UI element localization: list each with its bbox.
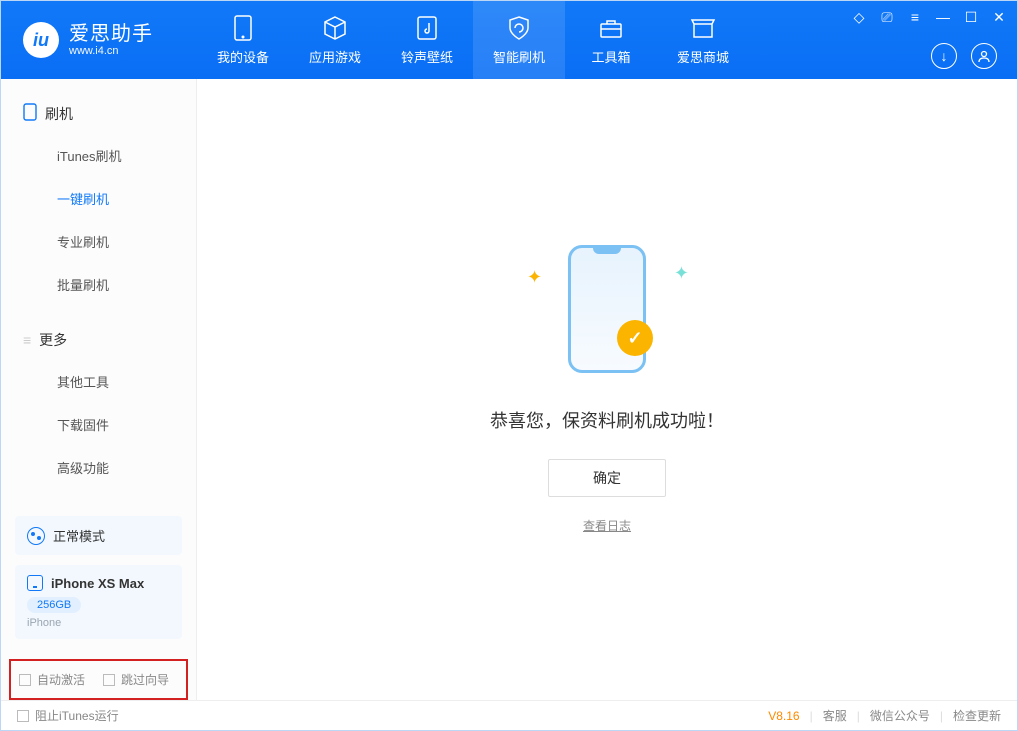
- phone-outline-icon: ✓: [568, 245, 646, 373]
- mode-text: 正常模式: [53, 526, 105, 545]
- tab-toolbox[interactable]: 工具箱: [565, 1, 657, 79]
- list-icon: ≡: [23, 332, 31, 348]
- tab-label: 铃声壁纸: [401, 47, 453, 66]
- device-name: iPhone XS Max: [51, 576, 144, 591]
- device-type: iPhone: [27, 617, 170, 629]
- sidebar-item-onekey-flash[interactable]: 一键刷机: [1, 177, 196, 220]
- header: iu 爱思助手 www.i4.cn 我的设备 应用游戏 铃声壁纸: [1, 1, 1017, 79]
- success-message: 恭喜您，保资料刷机成功啦！: [490, 407, 724, 433]
- header-actions: ↓: [931, 43, 997, 69]
- checkbox-icon: [17, 710, 29, 722]
- titlebar-controls: ◇ ⎚ ≡ — ☐ ✕: [851, 9, 1007, 26]
- footer-link-support[interactable]: 客服: [823, 707, 847, 724]
- minimize-button[interactable]: —: [935, 9, 951, 26]
- nav-tabs: 我的设备 应用游戏 铃声壁纸 智能刷机 工具箱: [197, 1, 749, 79]
- toolbox-icon: [598, 15, 624, 41]
- music-file-icon: [414, 15, 440, 41]
- checkbox-icon: [103, 674, 115, 686]
- tab-label: 我的设备: [217, 47, 269, 66]
- sparkle-icon: ✦: [527, 267, 542, 288]
- view-log-link[interactable]: 查看日志: [583, 517, 631, 534]
- footer-link-wechat[interactable]: 微信公众号: [870, 707, 930, 724]
- tab-store[interactable]: 爱思商城: [657, 1, 749, 79]
- checkbox-block-itunes[interactable]: 阻止iTunes运行: [17, 707, 119, 724]
- download-icon[interactable]: ↓: [931, 43, 957, 69]
- checkbox-label: 跳过向导: [121, 671, 169, 688]
- heading-text: 刷机: [45, 104, 73, 124]
- user-icon[interactable]: [971, 43, 997, 69]
- tab-label: 智能刷机: [493, 47, 545, 66]
- sidebar-item-download-firmware[interactable]: 下载固件: [1, 403, 196, 446]
- checkbox-skip-guide[interactable]: 跳过向导: [103, 671, 169, 688]
- mode-icon: [27, 527, 45, 545]
- sidebar-heading-more: ≡ 更多: [1, 320, 196, 360]
- tab-my-device[interactable]: 我的设备: [197, 1, 289, 79]
- tab-label: 工具箱: [591, 47, 630, 66]
- tab-ringtones-wallpapers[interactable]: 铃声壁纸: [381, 1, 473, 79]
- brand: iu 爱思助手 www.i4.cn: [1, 1, 197, 79]
- tab-label: 爱思商城: [677, 47, 729, 66]
- checkbox-label: 自动激活: [37, 671, 85, 688]
- shirt-icon[interactable]: ◇: [851, 9, 867, 26]
- tab-label: 应用游戏: [309, 47, 361, 66]
- shield-refresh-icon: [506, 15, 532, 41]
- maximize-button[interactable]: ☐: [963, 9, 979, 26]
- sidebar: 刷机 iTunes刷机 一键刷机 专业刷机 批量刷机 ≡ 更多 其他工具 下载固…: [1, 79, 197, 700]
- device-icon: [230, 15, 256, 41]
- tab-smart-flash[interactable]: 智能刷机: [473, 1, 565, 79]
- checkbox-auto-activate[interactable]: 自动激活: [19, 671, 85, 688]
- checkbox-icon: [19, 674, 31, 686]
- sparkle-icon: ✦: [674, 263, 689, 284]
- sidebar-item-advanced[interactable]: 高级功能: [1, 446, 196, 489]
- checkmark-badge-icon: ✓: [617, 320, 653, 356]
- ok-button[interactable]: 确定: [548, 459, 666, 497]
- device-storage-badge: 256GB: [27, 597, 81, 613]
- mode-card[interactable]: 正常模式: [15, 516, 182, 555]
- success-illustration: ✦ ✦ ✓: [547, 245, 667, 385]
- phone-icon: [23, 103, 37, 124]
- device-card[interactable]: iPhone XS Max 256GB iPhone: [15, 565, 182, 639]
- sidebar-item-itunes-flash[interactable]: iTunes刷机: [1, 134, 196, 177]
- brand-title: 爱思助手: [69, 23, 153, 45]
- footer: 阻止iTunes运行 V8.16 | 客服 | 微信公众号 | 检查更新: [1, 700, 1017, 730]
- menu-icon[interactable]: ≡: [907, 9, 923, 26]
- brand-subtitle: www.i4.cn: [69, 45, 153, 57]
- checkbox-label: 阻止iTunes运行: [35, 707, 119, 724]
- footer-link-check-update[interactable]: 检查更新: [953, 707, 1001, 724]
- sidebar-item-pro-flash[interactable]: 专业刷机: [1, 220, 196, 263]
- device-icon: [27, 575, 43, 591]
- lock-icon[interactable]: ⎚: [879, 9, 895, 26]
- cube-icon: [322, 15, 348, 41]
- tab-apps-games[interactable]: 应用游戏: [289, 1, 381, 79]
- store-icon: [690, 15, 716, 41]
- sidebar-item-other-tools[interactable]: 其他工具: [1, 360, 196, 403]
- sidebar-heading-flash: 刷机: [1, 93, 196, 134]
- heading-text: 更多: [39, 330, 67, 350]
- highlighted-options-box: 自动激活 跳过向导: [9, 659, 188, 700]
- version-label: V8.16: [768, 709, 799, 723]
- close-button[interactable]: ✕: [991, 9, 1007, 26]
- brand-logo-icon: iu: [23, 22, 59, 58]
- main-content: ✦ ✦ ✓ 恭喜您，保资料刷机成功啦！ 确定 查看日志: [197, 79, 1017, 700]
- sidebar-item-batch-flash[interactable]: 批量刷机: [1, 263, 196, 306]
